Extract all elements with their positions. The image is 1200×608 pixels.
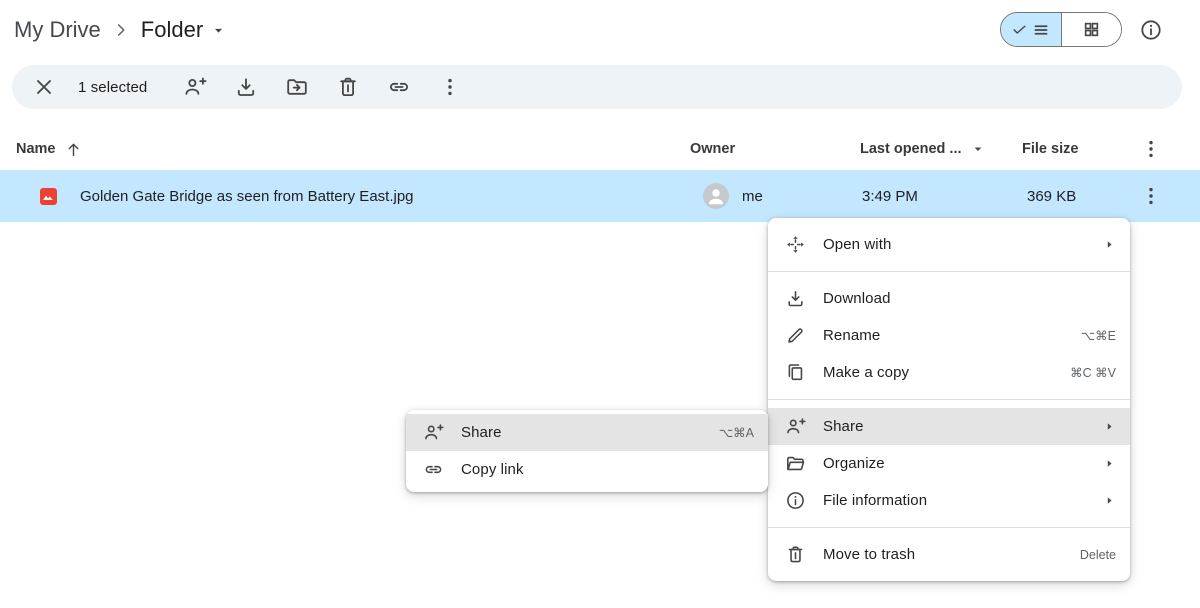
chevron-right-icon — [111, 20, 131, 40]
details-info-button[interactable] — [1139, 18, 1163, 42]
image-file-icon — [38, 186, 59, 207]
download-icon — [785, 288, 806, 309]
submenu-item-copy-link[interactable]: Copy link — [406, 451, 768, 488]
more-options-icon[interactable] — [438, 75, 462, 99]
breadcrumb-folder-label: Folder — [141, 17, 203, 43]
chevron-down-icon — [970, 141, 986, 157]
breadcrumb: My Drive Folder — [14, 12, 227, 48]
sort-ascending-icon — [64, 140, 83, 159]
trash-icon[interactable] — [336, 75, 360, 99]
download-icon[interactable] — [234, 75, 258, 99]
owner-avatar — [703, 183, 729, 209]
list-view-icon — [1032, 21, 1050, 39]
shortcut-label: ⌥⌘A — [719, 425, 754, 440]
link-icon — [423, 459, 444, 480]
info-icon — [785, 490, 806, 511]
person-add-icon — [785, 416, 806, 437]
close-icon[interactable] — [32, 75, 56, 99]
open-with-icon — [785, 234, 806, 255]
breadcrumb-my-drive[interactable]: My Drive — [14, 17, 101, 43]
column-settings-more-icon[interactable] — [1139, 137, 1163, 161]
selection-toolbar: 1 selected — [12, 65, 1182, 109]
shortcut-label: ⌥⌘E — [1081, 328, 1116, 343]
copy-link-icon[interactable] — [387, 75, 411, 99]
list-view-button[interactable] — [1001, 13, 1061, 46]
menu-item-move-to-trash[interactable]: Move to trash Delete — [768, 536, 1130, 573]
last-opened-time: 3:49 PM — [862, 170, 918, 222]
table-header: Name Owner Last opened ... File size — [0, 128, 1200, 170]
share-button-person-add-icon[interactable] — [183, 75, 207, 99]
file-name: Golden Gate Bridge as seen from Battery … — [80, 170, 414, 222]
menu-item-download[interactable]: Download — [768, 280, 1130, 317]
person-add-icon — [423, 422, 444, 443]
shortcut-label: ⌘C ⌘V — [1070, 365, 1116, 380]
column-header-last-opened[interactable]: Last opened ... — [860, 128, 986, 170]
check-icon — [1011, 21, 1028, 38]
rename-pencil-icon — [785, 325, 806, 346]
selection-count: 1 selected — [78, 79, 147, 96]
menu-item-organize[interactable]: Organize — [768, 445, 1130, 482]
menu-item-make-a-copy[interactable]: Make a copy ⌘C ⌘V — [768, 354, 1130, 391]
grid-view-icon — [1082, 20, 1101, 39]
shortcut-label: Delete — [1080, 548, 1116, 562]
trash-icon — [785, 544, 806, 565]
submenu-item-share[interactable]: Share ⌥⌘A — [406, 414, 768, 451]
submenu-arrow-icon — [1101, 455, 1118, 472]
file-row-selected[interactable]: Golden Gate Bridge as seen from Battery … — [0, 170, 1200, 222]
chevron-down-icon — [210, 22, 227, 39]
column-header-name[interactable]: Name — [16, 128, 83, 170]
submenu-arrow-icon — [1101, 418, 1118, 435]
menu-item-open-with[interactable]: Open with — [768, 226, 1130, 263]
owner-name: me — [742, 188, 763, 205]
menu-item-rename[interactable]: Rename ⌥⌘E — [768, 317, 1130, 354]
column-header-owner: Owner — [690, 128, 735, 170]
column-header-file-size[interactable]: File size — [1022, 128, 1078, 170]
copy-icon — [785, 362, 806, 383]
person-icon — [703, 183, 729, 209]
folder-open-icon — [785, 453, 806, 474]
submenu-arrow-icon — [1101, 492, 1118, 509]
file-size: 369 KB — [1027, 170, 1076, 222]
menu-item-file-information[interactable]: File information — [768, 482, 1130, 519]
grid-view-button[interactable] — [1061, 13, 1122, 46]
breadcrumb-current-folder[interactable]: Folder — [141, 17, 227, 43]
row-more-options-icon[interactable] — [1139, 184, 1163, 208]
submenu-arrow-icon — [1101, 236, 1118, 253]
context-menu: Open with Download Rename ⌥⌘E Make a cop… — [768, 218, 1130, 581]
menu-item-share[interactable]: Share — [768, 408, 1130, 445]
share-submenu: Share ⌥⌘A Copy link — [406, 410, 768, 492]
move-to-folder-icon[interactable] — [285, 75, 309, 99]
view-toggle — [1000, 12, 1122, 47]
